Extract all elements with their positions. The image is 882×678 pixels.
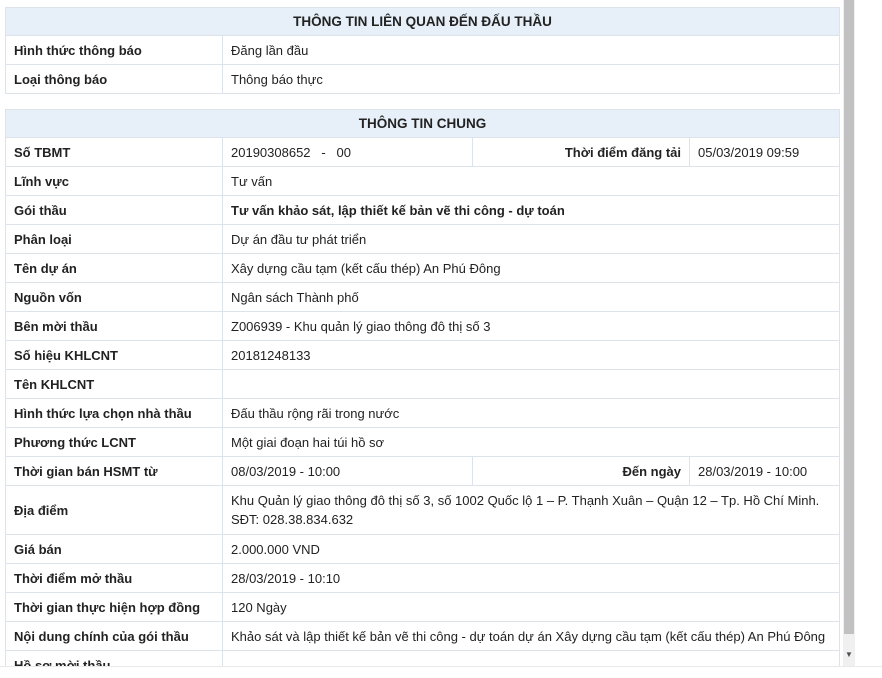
- package-name: Tư vấn khảo sát, lập thiết kế bản vẽ thi…: [222, 195, 840, 225]
- row-label: Hình thức lựa chọn nhà thầu: [5, 398, 223, 428]
- table-row: Phân loại Dự án đầu tư phát triển: [5, 224, 840, 254]
- scrollbar-thumb[interactable]: [844, 0, 854, 634]
- section-header-general: THÔNG TIN CHUNG: [5, 109, 840, 138]
- table-row: Hồ sơ mời thầu: [5, 650, 840, 666]
- row-label: Tên dự án: [5, 253, 223, 283]
- row-label: Số hiệu KHLCNT: [5, 340, 223, 370]
- row-label: Địa điểm: [5, 485, 223, 535]
- scroll-down-arrow-icon[interactable]: ▼: [843, 648, 855, 662]
- row-value: Đấu thầu rộng rãi trong nước: [222, 398, 840, 428]
- row-label: Nội dung chính của gói thầu: [5, 621, 223, 651]
- table-row: Thời gian bán HSMT từ 08/03/2019 - 10:00…: [5, 456, 840, 486]
- table-row: Hình thức thông báo Đăng lần đầu: [5, 35, 840, 65]
- general-info-table: THÔNG TIN CHUNG Số TBMT 20190308652 - 00…: [5, 109, 840, 666]
- row-label: Nguồn vốn: [5, 282, 223, 312]
- row-value: Ngân sách Thành phố: [222, 282, 840, 312]
- row-label: Tên KHLCNT: [5, 369, 223, 399]
- table-row: Phương thức LCNT Một giai đoạn hai túi h…: [5, 427, 840, 457]
- row-value: [222, 650, 840, 666]
- row-label: Thời gian bán HSMT từ: [5, 456, 223, 486]
- row-value: Xây dựng cầu tạm (kết cấu thép) An Phú Đ…: [222, 253, 840, 283]
- table-row: Thời điểm mở thầu 28/03/2019 - 10:10: [5, 563, 840, 593]
- row-value: 120 Ngày: [222, 592, 840, 622]
- table-row: Giá bán 2.000.000 VND: [5, 534, 840, 564]
- row-value: Tư vấn: [222, 166, 840, 196]
- table-row: Loại thông báo Thông báo thực: [5, 64, 840, 94]
- row-value: 28/03/2019 - 10:10: [222, 563, 840, 593]
- table-row: Tên dự án Xây dựng cầu tạm (kết cấu thép…: [5, 253, 840, 283]
- table-row: Số TBMT 20190308652 - 00 Thời điểm đăng …: [5, 137, 840, 167]
- row-label: Số TBMT: [5, 137, 223, 167]
- table-row: Nguồn vốn Ngân sách Thành phố: [5, 282, 840, 312]
- table-row: Tên KHLCNT: [5, 369, 840, 399]
- row-label: Loại thông báo: [5, 64, 223, 94]
- row-label: Hình thức thông báo: [5, 35, 223, 65]
- row-value: Một giai đoạn hai túi hồ sơ: [222, 427, 840, 457]
- posted-time-label: Thời điểm đăng tải: [472, 137, 690, 167]
- row-value: Khảo sát và lập thiết kế bản vẽ thi công…: [222, 621, 840, 651]
- table-row: Bên mời thầu Z006939 - Khu quản lý giao …: [5, 311, 840, 341]
- table-row: Hình thức lựa chọn nhà thầu Đấu thầu rộn…: [5, 398, 840, 428]
- table-row: Thời gian thực hiện hợp đồng 120 Ngày: [5, 592, 840, 622]
- row-label: Giá bán: [5, 534, 223, 564]
- row-value: Thông báo thực: [222, 64, 840, 94]
- row-value: [222, 369, 840, 399]
- row-label: Hồ sơ mời thầu: [5, 650, 223, 666]
- row-label: Bên mời thầu: [5, 311, 223, 341]
- sale-end-label: Đến ngày: [472, 456, 690, 486]
- row-value: Đăng lần đầu: [222, 35, 840, 65]
- tbmt-number: 20190308652 - 00: [222, 137, 473, 167]
- vertical-scrollbar[interactable]: ▼: [843, 0, 855, 666]
- row-label: Thời điểm mở thầu: [5, 563, 223, 593]
- row-label: Phương thức LCNT: [5, 427, 223, 457]
- row-label: Lĩnh vực: [5, 166, 223, 196]
- sale-end-value: 28/03/2019 - 10:00: [689, 456, 840, 486]
- bottom-edge: [0, 666, 882, 678]
- address-value: Khu Quản lý giao thông đô thị số 3, số 1…: [222, 485, 840, 535]
- row-label: Thời gian thực hiện hợp đồng: [5, 592, 223, 622]
- row-label: Gói thầu: [5, 195, 223, 225]
- sale-start-value: 08/03/2019 - 10:00: [222, 456, 473, 486]
- row-value: Dự án đầu tư phát triển: [222, 224, 840, 254]
- row-label: Phân loại: [5, 224, 223, 254]
- table-row: Gói thầu Tư vấn khảo sát, lập thiết kế b…: [5, 195, 840, 225]
- table-row: Nội dung chính của gói thầu Khảo sát và …: [5, 621, 840, 651]
- table-row: Lĩnh vực Tư vấn: [5, 166, 840, 196]
- posted-time-value: 05/03/2019 09:59: [689, 137, 840, 167]
- row-value: 20181248133: [222, 340, 840, 370]
- content-viewport: THÔNG TIN LIÊN QUAN ĐẾN ĐẤU THẦU Hình th…: [0, 0, 840, 666]
- row-value: 2.000.000 VND: [222, 534, 840, 564]
- bidding-info-table: THÔNG TIN LIÊN QUAN ĐẾN ĐẤU THẦU Hình th…: [5, 7, 840, 94]
- table-row: Số hiệu KHLCNT 20181248133: [5, 340, 840, 370]
- table-row: Địa điểm Khu Quản lý giao thông đô thị s…: [5, 485, 840, 535]
- section-header-bidding: THÔNG TIN LIÊN QUAN ĐẾN ĐẤU THẦU: [5, 7, 840, 36]
- row-value: Z006939 - Khu quản lý giao thông đô thị …: [222, 311, 840, 341]
